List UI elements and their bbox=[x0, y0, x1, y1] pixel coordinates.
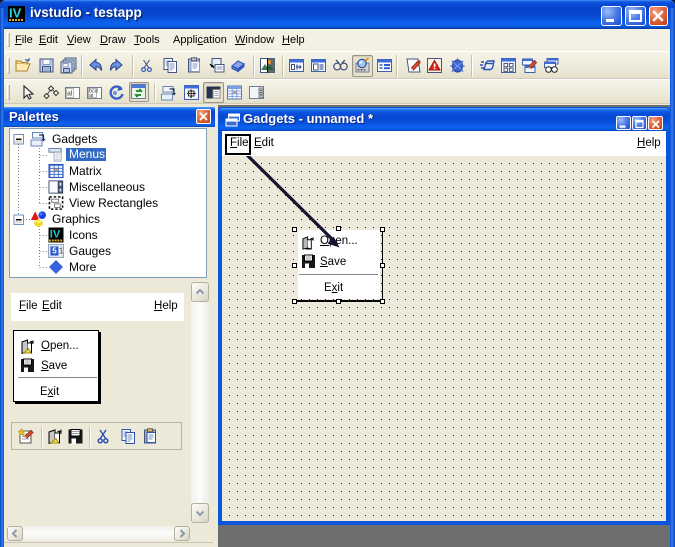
svg-text:5: 5 bbox=[52, 247, 57, 256]
svg-text:ai: ai bbox=[89, 93, 93, 99]
svg-text:IV: IV bbox=[9, 6, 22, 21]
svg-text:al: al bbox=[67, 91, 73, 98]
svg-text:IV: IV bbox=[50, 229, 61, 241]
svg-text:1: 1 bbox=[59, 247, 64, 256]
